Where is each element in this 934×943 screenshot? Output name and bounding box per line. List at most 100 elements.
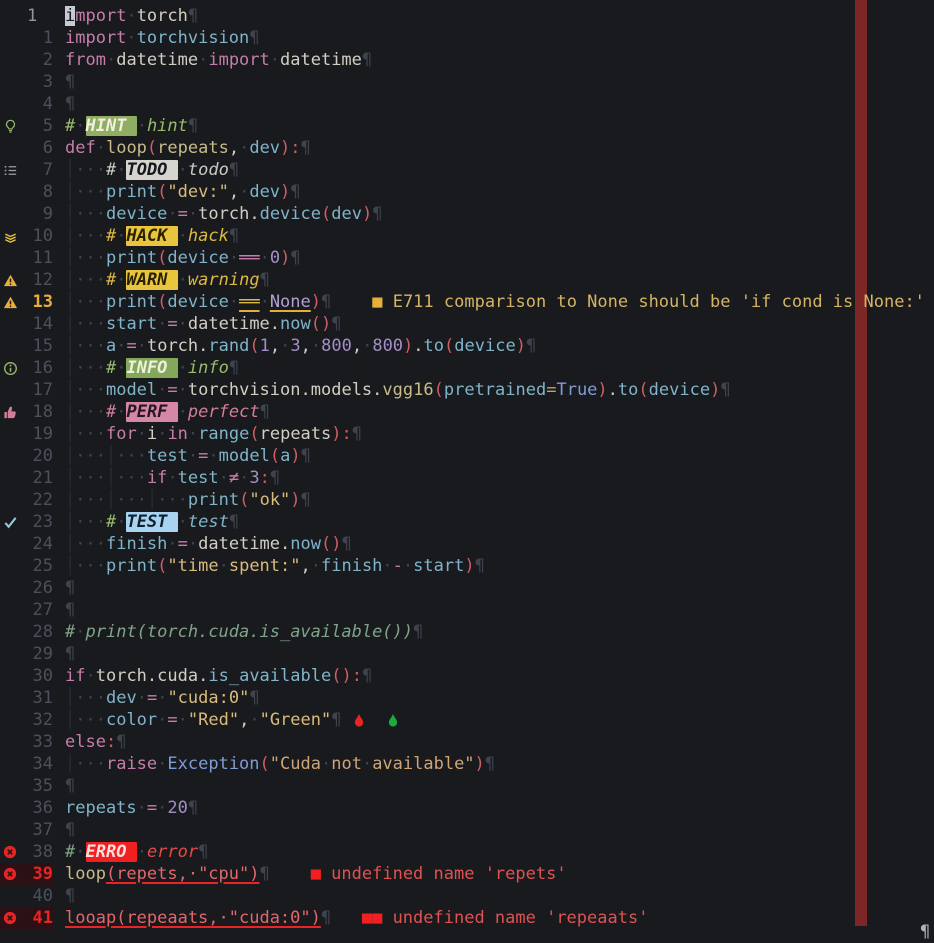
code-text[interactable]: ¶ — [53, 885, 75, 907]
code-line[interactable]: 17│···model·=·torchvision.models.vgg16(p… — [0, 379, 934, 401]
code-text[interactable]: │···start·=·datetime.now()¶ — [53, 313, 342, 335]
code-text[interactable]: #·HINT ·hint¶ — [53, 115, 198, 137]
code-text[interactable]: │···print("time·spent:",·finish·-·start)… — [53, 555, 485, 577]
code-line[interactable]: 21│···│···if·test·≠·3:¶ — [0, 467, 934, 489]
code-text[interactable]: ¶ — [53, 71, 75, 93]
code-text[interactable]: │···raise·Exception("Cuda·not·available"… — [53, 753, 495, 775]
code-text[interactable]: │···finish·=·datetime.now()¶ — [53, 533, 352, 555]
code-line[interactable]: 25│···print("time·spent:",·finish·-·star… — [0, 555, 934, 577]
code-line[interactable]: 14│···start·=·datetime.now()¶ — [0, 313, 934, 335]
code-line[interactable]: 2from·datetime·import·datetime¶ — [0, 49, 934, 71]
code-line[interactable]: 16│···#·INFO ·info¶ — [0, 357, 934, 379]
token: ══ — [239, 248, 259, 268]
code-line[interactable]: 12│···#·WARN ·warning¶ — [0, 269, 934, 291]
code-text[interactable]: repeats·=·20¶ — [53, 797, 198, 819]
code-line[interactable]: 34│···raise·Exception("Cuda·not·availabl… — [0, 753, 934, 775]
code-text[interactable]: │···color·=·"Red",·"Green"¶ — [53, 709, 400, 731]
code-line[interactable]: 31│···dev·=·"cuda:0"¶ — [0, 687, 934, 709]
code-text[interactable]: loop(repets,·"cpu")¶ ■ undefined name 'r… — [53, 863, 567, 885]
code-text[interactable]: │···#·HACK ·hack¶ — [53, 225, 239, 247]
code-line[interactable]: 23│···#·TEST ·test¶ — [0, 511, 934, 533]
code-line[interactable]: 39loop(repets,·"cpu")¶ ■ undefined name … — [0, 863, 934, 885]
code-text[interactable]: │···a·=·torch.rand(1,·3,·800,·800).to(de… — [53, 335, 536, 357]
code-text[interactable]: │···│···│···print("ok")¶ — [53, 489, 311, 511]
code-text[interactable]: │···model·=·torchvision.models.vgg16(pre… — [53, 379, 731, 401]
code-line[interactable]: 22│···│···│···print("ok")¶ — [0, 489, 934, 511]
code-text[interactable]: │···#·TODO ·todo¶ — [53, 159, 239, 181]
token: ( — [249, 336, 259, 356]
code-line[interactable]: 40¶ — [0, 885, 934, 907]
code-text[interactable]: ¶ — [53, 577, 75, 599]
token: · — [239, 182, 249, 202]
code-text[interactable]: │···│···test·=·model(a)¶ — [53, 445, 311, 467]
code-line[interactable]: 7│···#·TODO ·todo¶ — [0, 159, 934, 181]
code-text[interactable]: def·loop(repeats,·dev):¶ — [53, 137, 311, 159]
gutter: 1 — [0, 5, 53, 27]
code-line[interactable]: 28#·print(torch.cuda.is_available())¶ — [0, 621, 934, 643]
code-text[interactable]: ¶ — [53, 93, 75, 115]
diagnostic-virtual-text: ■■ undefined name 'repeaats' — [331, 908, 648, 928]
code-text[interactable]: ¶ — [53, 599, 75, 621]
code-line[interactable]: 32│···color·=·"Red",·"Green"¶ — [0, 709, 934, 731]
code-text[interactable]: │···│···if·test·≠·3:¶ — [53, 467, 280, 489]
token: : — [342, 424, 352, 444]
code-line[interactable]: 36repeats·=·20¶ — [0, 797, 934, 819]
token: print — [106, 182, 157, 202]
code-text[interactable]: ¶ — [53, 643, 75, 665]
code-text[interactable]: looap(repeaats,·"cuda:0")¶ ■■ undefined … — [53, 907, 648, 929]
code-line[interactable]: 10│···#·HACK ·hack¶ — [0, 225, 934, 247]
code-line[interactable]: 26¶ — [0, 577, 934, 599]
code-line[interactable]: 38#·ERRO ·error¶ — [0, 841, 934, 863]
code-text[interactable]: │···print(device·══·None)¶ ■ E711 compar… — [53, 291, 925, 313]
code-line[interactable]: 37¶ — [0, 819, 934, 841]
code-text[interactable]: │···for·i·in·range(repeats):¶ — [53, 423, 362, 445]
code-line[interactable]: 3¶ — [0, 71, 934, 93]
code-text[interactable]: │···device·=·torch.device(dev)¶ — [53, 203, 382, 225]
code-text[interactable]: │···#·WARN ·warning¶ — [53, 269, 270, 291]
token: · — [198, 50, 208, 70]
token: HACK — [126, 226, 177, 246]
code-text[interactable]: #·print(torch.cuda.is_available())¶ — [53, 621, 423, 643]
code-line[interactable]: 5#·HINT ·hint¶ — [0, 115, 934, 137]
code-line[interactable]: 24│···finish·=·datetime.now()¶ — [0, 533, 934, 555]
code-line[interactable]: 33else:¶ — [0, 731, 934, 753]
code-line[interactable]: 1import·torchvision¶ — [0, 27, 934, 49]
code-text[interactable]: ¶ — [53, 819, 75, 841]
line-number: 28 — [20, 621, 53, 643]
code-line[interactable]: 18│···#·PERF ·perfect¶ — [0, 401, 934, 423]
code-text[interactable]: │···#·TEST ·test¶ — [53, 511, 239, 533]
token: rand — [208, 336, 249, 356]
token: · — [75, 116, 85, 136]
gutter: 27 — [0, 599, 53, 621]
code-text[interactable]: import·torch¶ — [53, 5, 198, 27]
code-text[interactable]: │···print("dev:",·dev)¶ — [53, 181, 301, 203]
code-line[interactable]: 4¶ — [0, 93, 934, 115]
code-text[interactable]: │···#·PERF ·perfect¶ — [53, 401, 270, 423]
code-line[interactable]: 6def·loop(repeats,·dev):¶ — [0, 137, 934, 159]
code-line[interactable]: 27¶ — [0, 599, 934, 621]
code-line[interactable]: 8│···print("dev:",·dev)¶ — [0, 181, 934, 203]
code-line[interactable]: 30if·torch.cuda.is_available():¶ — [0, 665, 934, 687]
code-line[interactable]: 35¶ — [0, 775, 934, 797]
code-line[interactable]: 19│···for·i·in·range(repeats):¶ — [0, 423, 934, 445]
code-text[interactable]: if·torch.cuda.is_available():¶ — [53, 665, 372, 687]
buffer[interactable]: 1import·torch¶1import·torchvision¶2from·… — [0, 0, 934, 929]
gutter: 26 — [0, 577, 53, 599]
code-line[interactable]: 29¶ — [0, 643, 934, 665]
code-line[interactable]: 11│···print(device·══·0)¶ — [0, 247, 934, 269]
code-line[interactable]: 1import·torch¶ — [0, 5, 934, 27]
code-text[interactable]: #·ERRO ·error¶ — [53, 841, 208, 863]
code-text[interactable]: from·datetime·import·datetime¶ — [53, 49, 372, 71]
code-line[interactable]: 15│···a·=·torch.rand(1,·3,·800,·800).to(… — [0, 335, 934, 357]
code-line[interactable]: 13│···print(device·══·None)¶ ■ E711 comp… — [0, 291, 934, 313]
code-line[interactable]: 9│···device·=·torch.device(dev)¶ — [0, 203, 934, 225]
code-text[interactable]: │···dev·=·"cuda:0"¶ — [53, 687, 260, 709]
code-line[interactable]: 20│···│···test·=·model(a)¶ — [0, 445, 934, 467]
code-text[interactable]: ¶ — [53, 775, 75, 797]
code-line[interactable]: 41looap(repeaats,·"cuda:0")¶ ■■ undefine… — [0, 907, 934, 929]
code-text[interactable]: │···print(device·══·0)¶ — [53, 247, 301, 269]
token: · — [75, 622, 85, 642]
code-text[interactable]: │···#·INFO ·info¶ — [53, 357, 239, 379]
code-text[interactable]: else:¶ — [53, 731, 126, 753]
code-text[interactable]: import·torchvision¶ — [53, 27, 260, 49]
